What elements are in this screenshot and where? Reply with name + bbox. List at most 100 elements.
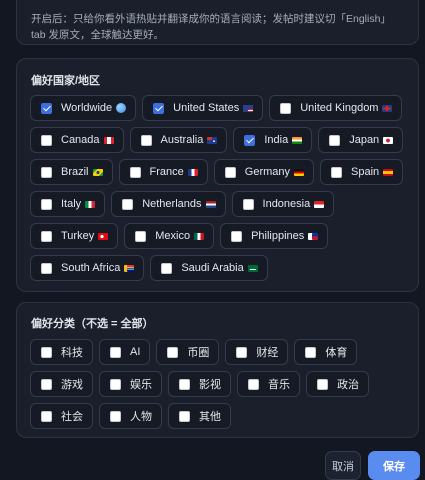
category-chip-ai[interactable]: AI <box>99 339 151 365</box>
category-chip-item-8[interactable]: 音乐 <box>237 371 300 397</box>
checkbox[interactable] <box>41 378 52 390</box>
italy-flag-icon <box>85 200 96 208</box>
category-chip-label: 币圈 <box>187 347 210 359</box>
country-chip-label: France <box>149 166 184 178</box>
checkbox[interactable] <box>41 230 52 242</box>
country-chip-indonesia[interactable]: Indonesia <box>231 191 335 217</box>
checkbox[interactable] <box>140 134 152 146</box>
mexico-flag-icon <box>194 232 205 240</box>
category-chip-label: 游戏 <box>61 379 83 391</box>
category-chip-item-12[interactable]: 其他 <box>168 403 231 429</box>
checkbox[interactable] <box>41 134 52 146</box>
country-chip-italy[interactable]: Italy <box>30 191 106 217</box>
japan-flag-icon <box>383 136 394 144</box>
category-chip-item-9[interactable]: 政治 <box>306 371 369 397</box>
checkbox[interactable] <box>110 378 121 390</box>
category-chip-item-4[interactable]: 体育 <box>294 339 358 365</box>
canada-flag-icon <box>103 136 114 144</box>
country-chip-label: Brazil <box>61 166 89 178</box>
country-chip-label: Canada <box>61 134 100 146</box>
checkbox[interactable] <box>305 346 317 358</box>
checkbox[interactable] <box>280 102 292 114</box>
country-chip-label: Japan <box>349 134 380 146</box>
category-chip-label: 财经 <box>256 347 279 359</box>
saudi-arabia-flag-icon <box>247 264 258 272</box>
checkbox[interactable] <box>231 230 243 242</box>
category-chip-item-7[interactable]: 影视 <box>168 371 231 397</box>
country-chip-united-kingdom[interactable]: United Kingdom <box>269 95 403 121</box>
category-chip-label: 娱乐 <box>130 379 152 391</box>
cancel-button[interactable]: 取消 <box>325 451 361 480</box>
checkbox[interactable] <box>41 262 52 274</box>
checkbox[interactable] <box>110 346 121 358</box>
checkbox[interactable] <box>236 346 248 358</box>
country-chip-australia[interactable]: Australia <box>129 127 228 153</box>
country-chip-india[interactable]: India <box>233 127 313 153</box>
category-chip-item-10[interactable]: 社会 <box>30 403 93 429</box>
country-chip-philippines[interactable]: Philippines <box>220 223 329 249</box>
country-chip-canada[interactable]: Canada <box>30 127 124 153</box>
category-chip-label: 其他 <box>199 411 221 423</box>
category-chip-item-2[interactable]: 币圈 <box>156 339 220 365</box>
checkbox[interactable] <box>244 134 256 146</box>
checkbox[interactable] <box>242 198 254 210</box>
checkbox[interactable] <box>153 102 165 114</box>
country-chip-label: Indonesia <box>262 198 311 210</box>
country-chip-united-states[interactable]: United States <box>142 95 264 121</box>
germany-flag-icon <box>294 168 305 176</box>
country-chip-france[interactable]: France <box>118 159 208 185</box>
checkbox[interactable] <box>317 378 328 390</box>
checkbox[interactable] <box>41 166 52 178</box>
country-chip-label: United States <box>173 102 240 114</box>
checkbox[interactable] <box>135 230 147 242</box>
category-chip-label: 人物 <box>130 411 152 423</box>
category-chip-item-5[interactable]: 游戏 <box>30 371 93 397</box>
checkbox[interactable] <box>129 166 141 178</box>
checkbox[interactable] <box>224 166 236 178</box>
country-chip-mexico[interactable]: Mexico <box>124 223 215 249</box>
category-chip-item-0[interactable]: 科技 <box>30 339 93 365</box>
country-chip-spain[interactable]: Spain <box>320 159 404 185</box>
category-chip-list: 科技 AI 币圈 财经 体育游戏 娱乐 影视 音乐 政治社会 人物 其他 <box>30 339 408 429</box>
globe-icon <box>116 103 127 113</box>
checkbox[interactable] <box>41 410 52 422</box>
checkbox[interactable] <box>110 410 121 422</box>
country-chip-worldwide[interactable]: Worldwide <box>30 95 137 121</box>
country-chip-south-africa[interactable]: South Africa <box>30 255 145 281</box>
checkbox[interactable] <box>41 346 52 358</box>
checkbox[interactable] <box>167 346 179 358</box>
country-chip-netherlands[interactable]: Netherlands <box>111 191 226 217</box>
category-chip-label: 社会 <box>61 411 83 423</box>
category-chip-label: 政治 <box>337 379 359 391</box>
country-chip-label: United Kingdom <box>300 102 379 114</box>
notice-text: 开启后：只给你看外语热贴并翻译成你的语言阅读；发帖时建议切「English」ta… <box>31 13 391 41</box>
uk-flag-icon <box>382 104 393 112</box>
us-flag-icon <box>243 104 254 112</box>
category-chip-item-3[interactable]: 财经 <box>225 339 289 365</box>
country-chip-label: Germany <box>244 166 291 178</box>
country-chip-label: India <box>264 134 289 146</box>
country-chip-brazil[interactable]: Brazil <box>30 159 113 185</box>
save-button[interactable]: 保存 <box>368 451 420 480</box>
checkbox[interactable] <box>179 378 190 390</box>
checkbox[interactable] <box>41 198 52 210</box>
checkbox[interactable] <box>329 134 341 146</box>
category-chip-label: AI <box>130 346 141 358</box>
turkey-flag-icon <box>98 232 109 240</box>
checkbox[interactable] <box>248 378 259 390</box>
category-chip-label: 音乐 <box>268 379 290 391</box>
category-chip-item-11[interactable]: 人物 <box>99 403 162 429</box>
australia-flag-icon <box>207 136 218 144</box>
checkbox[interactable] <box>122 198 134 210</box>
category-section-title: 偏好分类（不选 = 全部） <box>31 318 154 330</box>
country-chip-saudi-arabia[interactable]: Saudi Arabia <box>150 255 268 281</box>
checkbox[interactable] <box>41 102 52 114</box>
category-chip-item-6[interactable]: 娱乐 <box>99 371 162 397</box>
country-chip-germany[interactable]: Germany <box>213 159 315 185</box>
country-chip-turkey[interactable]: Turkey <box>30 223 119 249</box>
country-chip-japan[interactable]: Japan <box>318 127 404 153</box>
checkbox[interactable] <box>331 166 343 178</box>
country-chip-label: Turkey <box>61 230 95 242</box>
checkbox[interactable] <box>161 262 173 274</box>
checkbox[interactable] <box>179 410 190 422</box>
